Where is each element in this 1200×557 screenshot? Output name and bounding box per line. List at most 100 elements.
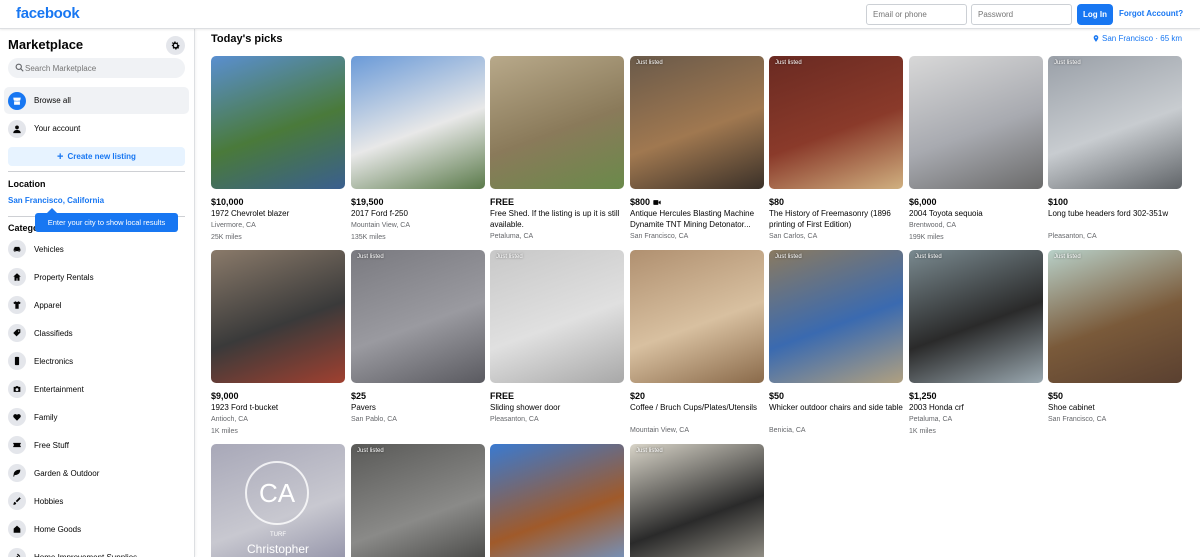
facebook-logo[interactable]: facebook (16, 5, 80, 22)
listing-card[interactable]: Just listed $1,250 2003 Honda crf Petaluma,… (909, 250, 1045, 440)
phone-icon (8, 352, 26, 370)
category-item[interactable]: Home Improvement Supplies (4, 545, 189, 557)
listing-photo[interactable] (351, 56, 485, 189)
nav-browse-all[interactable]: Browse all (4, 87, 189, 114)
tools-icon (8, 548, 26, 557)
category-item[interactable]: Hobbies (4, 489, 189, 513)
category-label: Classifieds (34, 328, 73, 338)
listing-card[interactable]: Just listed $100 Long tube headers ford 30… (1048, 56, 1184, 246)
category-label: Home Goods (34, 524, 82, 534)
forgot-account-link[interactable]: Forgot Account? (1119, 9, 1183, 18)
plus-icon: + (57, 150, 64, 163)
listing-photo[interactable]: Just listed (1048, 250, 1182, 383)
category-item[interactable]: Electronics (4, 349, 189, 373)
category-label: Family (34, 412, 58, 422)
listing-title: Sliding shower door (490, 403, 561, 412)
category-item[interactable]: Family (4, 405, 189, 429)
category-item[interactable]: Apparel (4, 293, 189, 317)
listing-card[interactable]: $9,000 1923 Ford t-bucket Antioch, CA 1K mi… (211, 250, 347, 440)
search-input[interactable] (25, 58, 180, 78)
location-filter[interactable]: San Francisco · 65 km (1092, 34, 1182, 43)
category-item[interactable]: Entertainment (4, 377, 189, 401)
listing-card[interactable]: Just listed $25 Pavers San Pablo, CA (351, 250, 487, 440)
just-listed-badge: Just listed (496, 254, 523, 260)
category-item[interactable]: Garden & Outdoor (4, 461, 189, 485)
listing-card[interactable]: Just listed $800 Antique Hercules Blasting… (630, 56, 766, 246)
listing-photo[interactable]: Just listed (490, 250, 624, 383)
nav-label: Browse all (34, 96, 71, 105)
listing-photo[interactable] (630, 250, 764, 383)
listing-photo[interactable] (909, 56, 1043, 189)
listing-card[interactable]: Just listed (351, 444, 487, 557)
create-listing-button[interactable]: + Create new listing (8, 147, 185, 166)
listing-price: $9,000 (211, 391, 239, 401)
listing-mileage: 199K miles (909, 234, 944, 241)
divider (8, 171, 185, 172)
nav-label: Your account (34, 124, 81, 133)
listing-card[interactable]: CA TURF Christopher (211, 444, 347, 557)
listing-card[interactable]: $6,000 2004 Toyota sequoia Brentwood, CA 19… (909, 56, 1045, 246)
category-item[interactable]: Classifieds (4, 321, 189, 345)
listing-title: Shoe cabinet (1048, 403, 1095, 412)
listing-photo[interactable]: Just listed (1048, 56, 1182, 189)
listing-photo[interactable]: Just listed (351, 444, 485, 557)
nav-your-account[interactable]: Your account (4, 115, 189, 142)
listing-price: $20 (630, 391, 645, 401)
listing-photo[interactable]: Just listed (630, 444, 764, 557)
listing-mileage: 135K miles (351, 234, 386, 241)
password-field[interactable] (971, 4, 1072, 25)
category-label: Entertainment (34, 384, 84, 394)
just-listed-badge: Just listed (636, 448, 663, 454)
listing-card[interactable]: Just listed (630, 444, 766, 557)
email-field[interactable] (866, 4, 967, 25)
search-box[interactable] (8, 58, 185, 78)
login-button[interactable]: Log In (1077, 4, 1113, 25)
gear-icon (171, 41, 180, 50)
category-label: Vehicles (34, 244, 64, 254)
listing-photo[interactable]: Just listed (909, 250, 1043, 383)
listing-card[interactable]: Just listed FREE Sliding shower door Pleasa… (490, 250, 626, 440)
avatar: CA (245, 461, 309, 525)
listing-price-value: $50 (769, 391, 785, 401)
listing-photo[interactable] (490, 444, 624, 557)
category-item[interactable]: Vehicles (4, 237, 189, 261)
listing-location: Antioch, CA (211, 416, 248, 423)
listing-photo[interactable]: CA TURF Christopher (211, 444, 345, 557)
listing-card[interactable]: $20 Coffee / Bruch Cups/Plates/Utensils Mo… (630, 250, 766, 440)
listing-card[interactable]: Just listed $50 Shoe cabinet San Francisco,… (1048, 250, 1184, 440)
listing-photo[interactable]: Just listed (769, 56, 903, 189)
listing-photo[interactable]: Just listed (630, 56, 764, 189)
listing-photo[interactable]: Just listed (351, 250, 485, 383)
listing-price-value: $100 (1048, 197, 1069, 207)
listing-title: Free Shed. If the listing is up it is st… (490, 209, 620, 229)
category-item[interactable]: Property Rentals (4, 265, 189, 289)
listing-price: $19,500 (351, 197, 384, 207)
listing-photo[interactable] (211, 250, 345, 383)
listing-card[interactable]: Just listed $50 Whicker outdoor chairs and… (769, 250, 905, 440)
listing-card[interactable]: $10,000 1972 Chevrolet blazer Livermore, C… (211, 56, 347, 246)
section-title: Today's picks (211, 33, 283, 45)
listing-card[interactable]: Just listed $80 The History of Freemasonry… (769, 56, 905, 246)
listing-price-value: $9,000 (211, 391, 239, 401)
listing-price: $80 (769, 197, 784, 207)
listing-photo[interactable]: Just listed (769, 250, 903, 383)
listing-location: Pleasanton, CA (1048, 233, 1097, 240)
just-listed-badge: Just listed (775, 60, 802, 66)
listing-photo[interactable] (490, 56, 624, 189)
tag-icon (8, 324, 26, 342)
listing-card[interactable] (490, 444, 626, 557)
settings-button[interactable] (166, 36, 185, 55)
listing-photo[interactable] (211, 56, 345, 189)
just-listed-badge: Just listed (915, 254, 942, 260)
just-listed-badge: Just listed (636, 60, 663, 66)
listing-mileage: 25K miles (211, 234, 242, 241)
listing-location: Petaluma, CA (909, 416, 953, 423)
category-item[interactable]: Home Goods (4, 517, 189, 541)
listing-card[interactable]: $19,500 2017 Ford f-250 Mountain View, CA 1… (351, 56, 487, 246)
location-link[interactable]: San Francisco, California (8, 196, 104, 205)
listing-card[interactable]: FREE Free Shed. If the listing is up it i… (490, 56, 626, 246)
listing-price: $10,000 (211, 197, 244, 207)
create-listing-label: Create new listing (67, 152, 136, 161)
category-item[interactable]: Free Stuff (4, 433, 189, 457)
listing-title: 2017 Ford f-250 (351, 209, 408, 218)
